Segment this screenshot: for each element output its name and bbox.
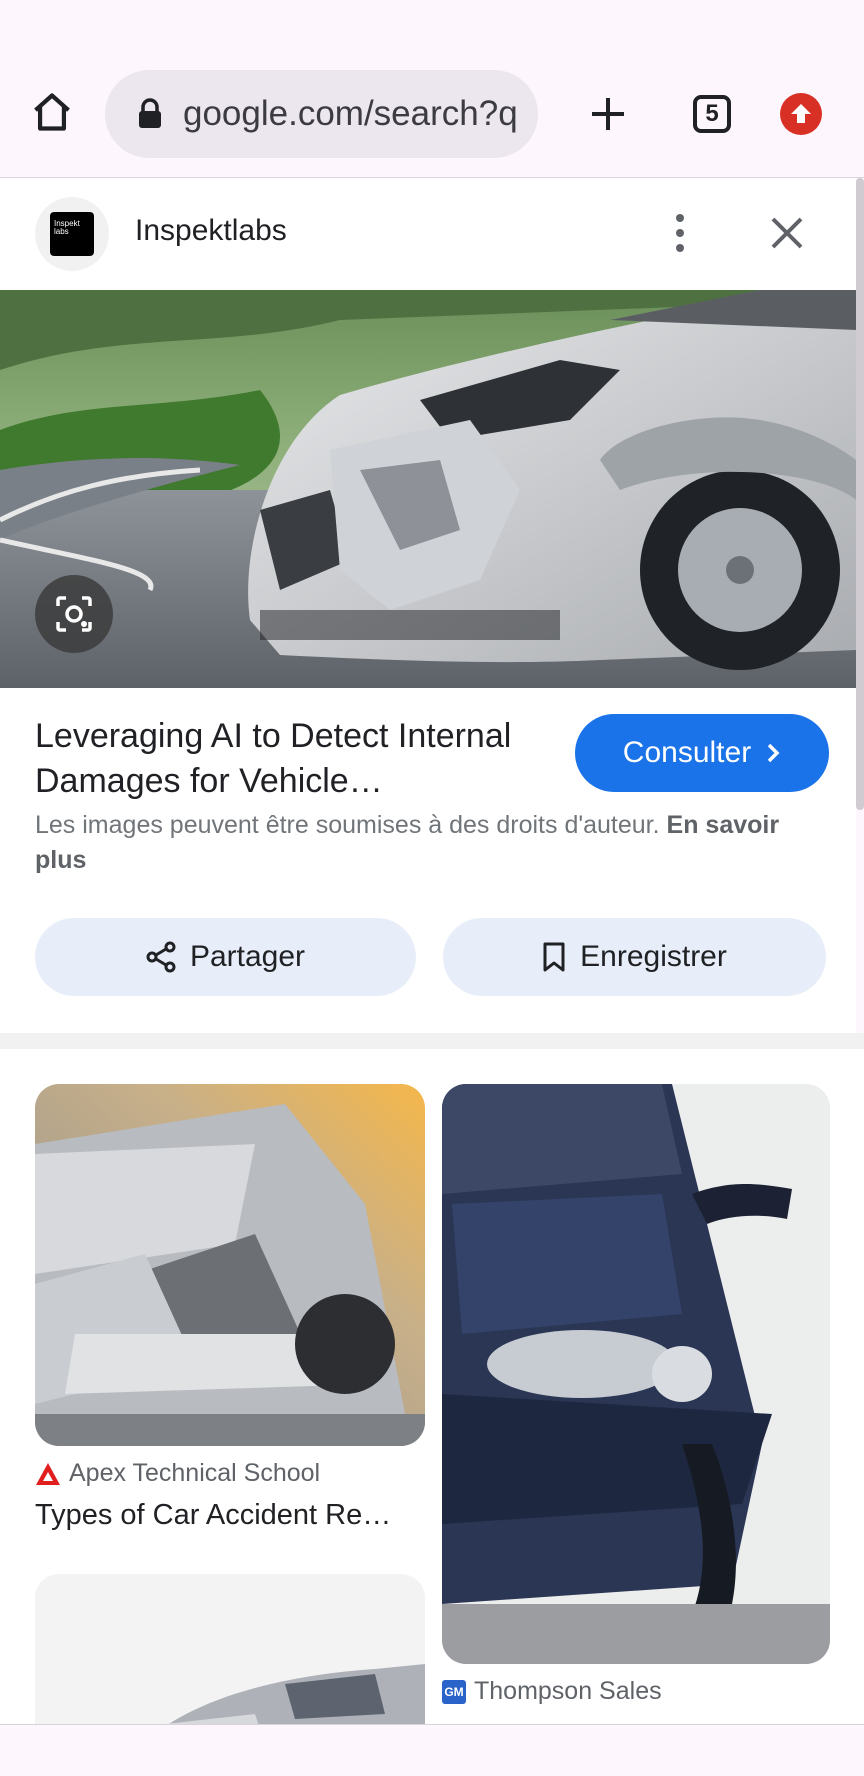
result-source[interactable]: Apex Technical School: [35, 1459, 320, 1488]
source-name[interactable]: Inspektlabs: [135, 214, 287, 248]
plus-icon[interactable]: [584, 90, 632, 138]
logo-text: Inspekt labs: [50, 212, 94, 256]
home-icon[interactable]: [28, 88, 76, 136]
bottom-navigation: [0, 1724, 864, 1776]
apex-logo-icon: [36, 1462, 60, 1485]
save-button[interactable]: Enregistrer: [443, 918, 826, 996]
share-button[interactable]: Partager: [35, 918, 416, 996]
update-icon[interactable]: [780, 93, 822, 135]
result-image[interactable]: [35, 1084, 425, 1446]
source-header: Inspekt labs Inspektlabs: [0, 178, 856, 290]
browser-toolbar: google.com/search?q 5: [0, 0, 864, 178]
lens-search-icon[interactable]: [35, 575, 113, 653]
result-source-name: Thompson Sales: [474, 1677, 662, 1705]
address-bar[interactable]: google.com/search?q: [105, 70, 538, 158]
tab-count: 5: [693, 95, 731, 133]
image-title[interactable]: Leveraging AI to Detect Internal Damages…: [35, 714, 555, 804]
source-logo[interactable]: Inspekt labs: [35, 197, 109, 271]
panel-scrollbar[interactable]: [856, 178, 864, 810]
visit-label: Consulter: [622, 736, 752, 769]
result-image[interactable]: [35, 1574, 425, 1724]
result-source[interactable]: GM Thompson Sales: [442, 1677, 662, 1706]
result-source-name: Apex Technical School: [69, 1459, 321, 1487]
copyright-text: Les images peuvent être soumises à des d…: [35, 811, 660, 839]
url-text: google.com/search?q: [183, 94, 518, 133]
lock-icon: [135, 96, 165, 132]
visit-button[interactable]: Consulter: [575, 714, 829, 792]
tabs-icon[interactable]: 5: [690, 92, 734, 136]
related-results: Apex Technical School Types of Car Accid…: [0, 1049, 864, 1724]
gm-logo-icon: GM: [442, 1679, 466, 1704]
image-detail-panel: Inspekt labs Inspektlabs Leveraging AI t…: [0, 178, 856, 1033]
result-title[interactable]: Types of Car Accident Re…: [35, 1499, 425, 1532]
share-icon: [146, 941, 176, 973]
save-label: Enregistrer: [580, 940, 727, 973]
result-image[interactable]: [442, 1084, 830, 1664]
more-options-icon[interactable]: [660, 208, 700, 258]
section-divider: [0, 1033, 864, 1049]
main-image[interactable]: [0, 290, 856, 688]
close-icon[interactable]: [765, 211, 809, 255]
bookmark-icon: [543, 942, 565, 972]
copyright-notice: Les images peuvent être soumises à des d…: [35, 808, 825, 878]
chevron-right-icon: [767, 743, 780, 763]
share-label: Partager: [189, 940, 306, 973]
